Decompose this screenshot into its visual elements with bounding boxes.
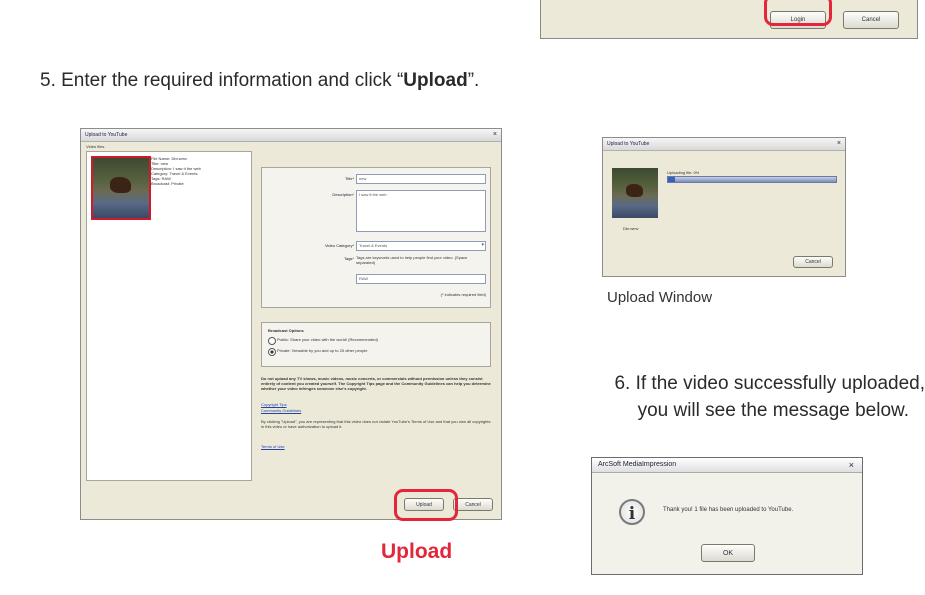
- upload-dialog-titlebar: Upload to YouTube ×: [81, 129, 501, 142]
- chevron-down-icon[interactable]: ▾: [481, 242, 484, 248]
- broadcast-heading: Broadcast Options: [268, 328, 304, 333]
- login-dialog-fragment: Login Cancel: [540, 0, 918, 39]
- title-input[interactable]: new: [356, 174, 486, 184]
- video-files-label: Video files: [86, 144, 105, 149]
- step-6-instruction: 6. If the video successfully uploaded, y…: [614, 373, 925, 421]
- progress-titlebar: Upload to YouTube ×: [603, 138, 845, 151]
- file-info: File Name: Dbr.wmv Title: new Descriptio…: [151, 156, 201, 186]
- step-5-instruction: 5. Enter the required information and cl…: [40, 70, 480, 91]
- upload-progress-window: Upload to YouTube × Dbr.wmv Uploading fi…: [602, 137, 846, 277]
- close-icon[interactable]: ×: [493, 129, 497, 141]
- cancel-button[interactable]: Cancel: [843, 11, 899, 29]
- private-radio[interactable]: [268, 348, 276, 356]
- cancel-button[interactable]: Cancel: [793, 256, 833, 268]
- login-highlight-ring: [764, 0, 832, 26]
- description-textarea[interactable]: I saw it the web: [356, 190, 486, 232]
- video-details-form: Title* new Description* I saw it the web…: [261, 167, 491, 308]
- video-thumbnail: [612, 168, 658, 218]
- copyright-warning: Do not upload any TV shows, music videos…: [261, 376, 491, 391]
- cancel-button[interactable]: Cancel: [453, 498, 493, 511]
- upload-window-caption: Upload Window: [607, 289, 713, 306]
- progress-status: Uploading file: 0%: [667, 170, 700, 175]
- close-icon[interactable]: ×: [849, 458, 854, 472]
- progress-track: [667, 176, 837, 183]
- progress-filename: Dbr.wmv: [623, 226, 639, 231]
- progress-fill: [668, 177, 675, 182]
- message-box-titlebar: ArcSoft MediaImpression ×: [592, 458, 862, 473]
- close-icon[interactable]: ×: [837, 138, 841, 150]
- terms-statement: By clicking "Upload", you are representi…: [261, 419, 491, 429]
- upload-caption: Upload: [381, 540, 453, 563]
- ok-button[interactable]: OK: [701, 544, 755, 562]
- video-thumbnail[interactable]: [91, 156, 151, 220]
- tags-input[interactable]: RAW: [356, 274, 486, 284]
- community-guidelines-link[interactable]: Community Guidelines: [261, 408, 301, 413]
- terms-of-use-link[interactable]: Terms of Use: [261, 444, 285, 449]
- tags-label: Tags*: [343, 256, 354, 261]
- copyright-tips-link[interactable]: Copyright Tips: [261, 402, 287, 407]
- success-message: Thank you! 1 file has been uploaded to Y…: [663, 507, 794, 513]
- broadcast-options: Broadcast Options Public: Share your vid…: [261, 322, 491, 367]
- upload-highlight-ring: [394, 489, 458, 521]
- video-files-panel: File Name: Dbr.wmv Title: new Descriptio…: [86, 151, 252, 481]
- info-icon: i: [619, 499, 645, 525]
- tags-hint: Tags are keywords used to help people fi…: [356, 255, 468, 265]
- description-label: Description*: [332, 192, 354, 197]
- title-label: Title*: [345, 176, 354, 181]
- public-radio[interactable]: [268, 337, 276, 345]
- required-note: (* indicates required field): [440, 292, 486, 297]
- success-message-box: ArcSoft MediaImpression × i Thank you! 1…: [591, 457, 863, 575]
- category-label: Video Category*: [324, 243, 354, 248]
- upload-dialog: Upload to YouTube × Video files File Nam…: [80, 128, 502, 520]
- category-select[interactable]: Travel & Events ▾: [356, 241, 486, 251]
- public-label: Public: Share your video with the world!…: [277, 337, 378, 342]
- private-label: Private: Viewable by you and up to 25 ot…: [277, 348, 368, 353]
- step-5-bold-upload: Upload: [403, 70, 468, 91]
